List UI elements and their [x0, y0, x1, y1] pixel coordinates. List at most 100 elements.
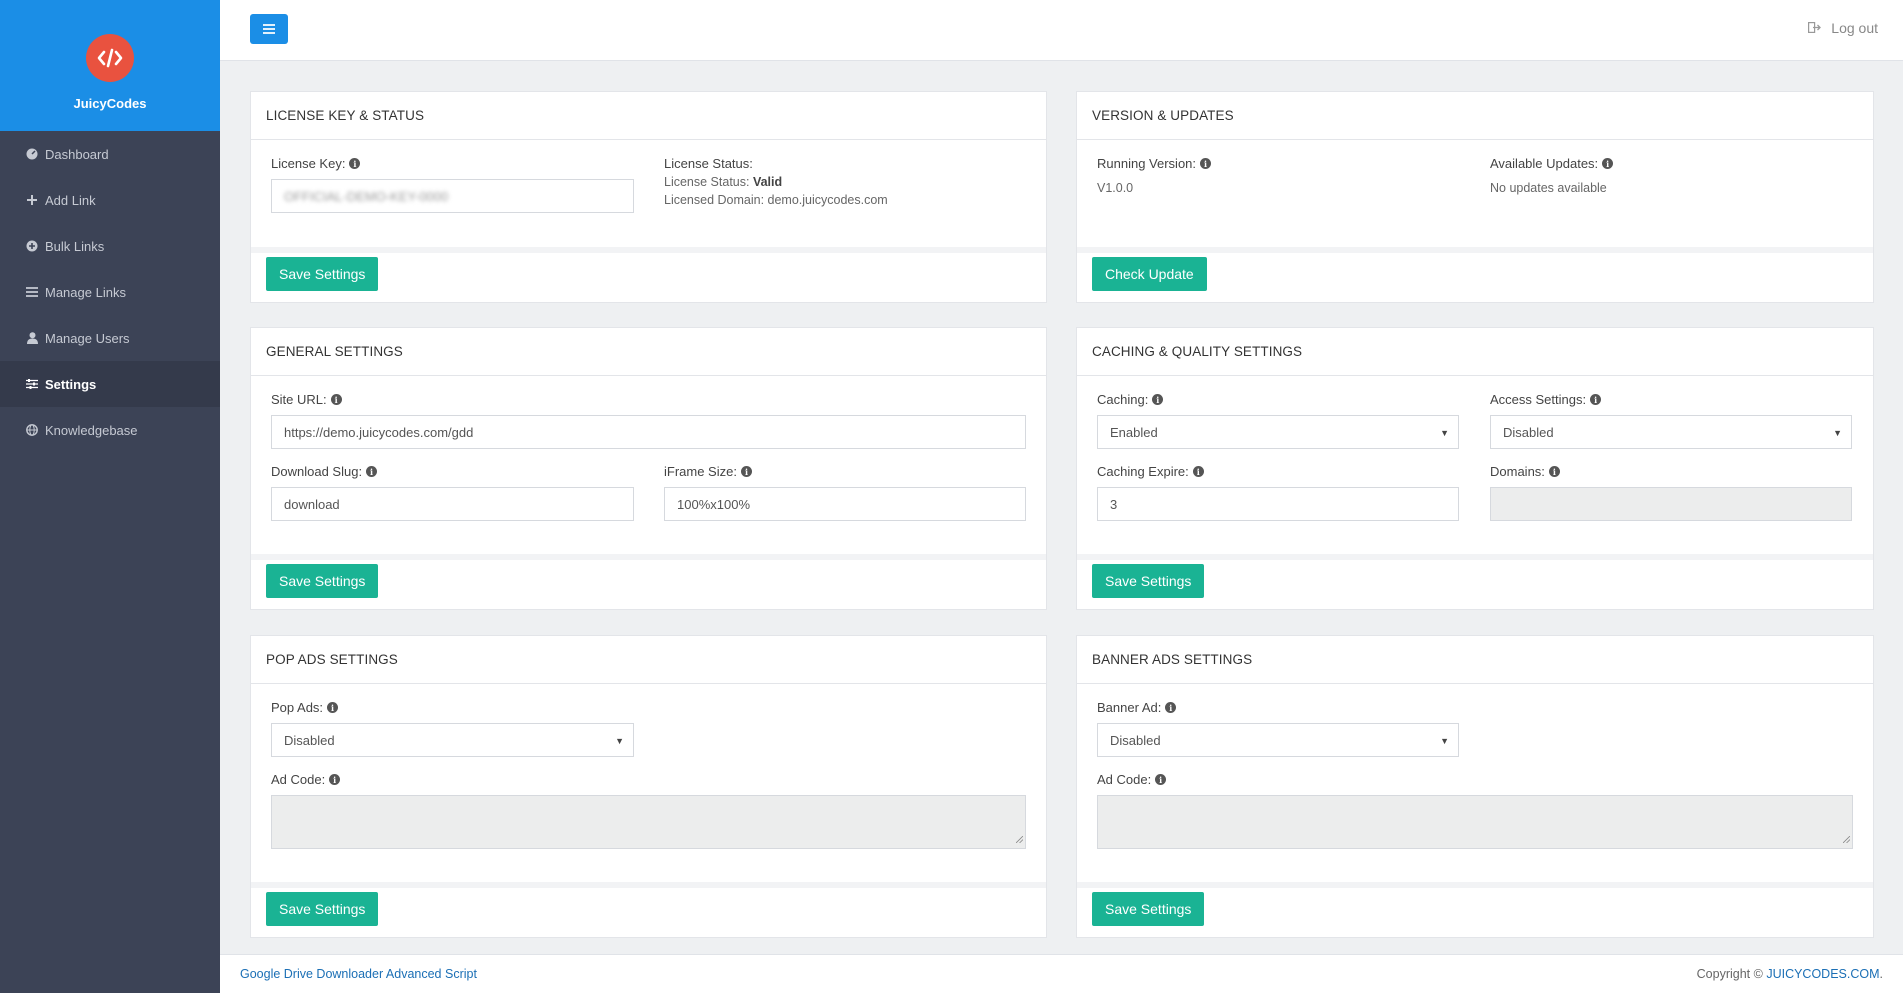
info-icon[interactable]: i: [1590, 394, 1602, 405]
banner-ad-select-value: Disabled: [1110, 732, 1161, 748]
info-icon[interactable]: i: [1602, 158, 1614, 169]
pop-ad-code-textarea[interactable]: [271, 795, 1026, 849]
pop-ads-panel: POP ADS SETTINGS Pop Ads: i Disabled ▼ Ad …: [250, 635, 1047, 938]
sidebar-item-label: Knowledgebase: [45, 422, 138, 438]
info-icon[interactable]: i: [1192, 466, 1204, 477]
caching-expire-input[interactable]: 3: [1097, 487, 1459, 521]
user-icon: [25, 331, 39, 345]
caching-expire-label-text: Caching Expire:: [1097, 464, 1189, 479]
caching-select-value: Enabled: [1110, 424, 1158, 440]
info-icon[interactable]: i: [349, 158, 361, 169]
download-slug-input[interactable]: download: [271, 487, 634, 521]
running-version-label-text: Running Version:: [1097, 156, 1197, 171]
product-link[interactable]: Google Drive Downloader Advanced Script: [240, 967, 477, 981]
dashboard-icon: [25, 147, 39, 161]
save-settings-button[interactable]: Save Settings: [266, 892, 379, 926]
resize-handle-icon[interactable]: [1842, 830, 1851, 846]
copyright: Copyright © JUICYCODES.COM.: [1697, 967, 1883, 981]
menu-toggle-button[interactable]: [250, 14, 288, 44]
licensed-domain: Licensed Domain: demo.juicycodes.com: [664, 193, 888, 207]
banner-ads-panel: BANNER ADS SETTINGS Banner Ad: i Disabled…: [1076, 635, 1874, 938]
info-icon[interactable]: i: [1165, 702, 1177, 713]
ad-code-label: Ad Code: i: [1097, 772, 1853, 787]
site-url-input[interactable]: https://demo.juicycodes.com/gdd: [271, 415, 1026, 449]
plus-icon: [25, 193, 39, 207]
panel-title: CACHING & QUALITY SETTINGS: [1077, 328, 1873, 376]
pop-ads-select[interactable]: Disabled ▼: [271, 723, 634, 757]
sidebar-item-label: Manage Users: [45, 330, 130, 346]
sidebar-item-dashboard[interactable]: Dashboard: [0, 131, 220, 177]
check-update-button[interactable]: Check Update: [1092, 257, 1207, 291]
panel-footer: Check Update: [1077, 247, 1873, 302]
running-version-value: V1.0.0: [1097, 181, 1134, 195]
save-settings-button[interactable]: Save Settings: [266, 564, 379, 598]
access-settings-select[interactable]: Disabled ▼: [1490, 415, 1852, 449]
panel-footer: Save Settings: [1077, 882, 1873, 937]
download-slug-label: Download Slug: i: [271, 464, 634, 479]
sidebar-nav: Dashboard Add Link Bulk Links Manage Lin…: [0, 131, 220, 453]
license-key-value: OFFICIAL-DEMO-KEY-0000: [284, 188, 449, 204]
sidebar-item-manage-links[interactable]: Manage Links: [0, 269, 220, 315]
license-key-label: License Key: i: [271, 156, 634, 171]
sign-out-icon: [1808, 20, 1831, 36]
sidebar-item-settings[interactable]: Settings: [0, 361, 220, 407]
caret-down-icon: ▼: [615, 736, 624, 746]
license-key-label-text: License Key:: [271, 156, 346, 171]
sidebar-item-bulk-links[interactable]: Bulk Links: [0, 223, 220, 269]
panel-title: GENERAL SETTINGS: [251, 328, 1046, 376]
info-icon[interactable]: i: [1200, 158, 1212, 169]
sidebar-item-label: Add Link: [45, 192, 96, 208]
license-status-info: License Status: Valid Licensed Domain: d…: [664, 173, 1024, 209]
panel-title: BANNER ADS SETTINGS: [1077, 636, 1873, 684]
caching-expire-label: Caching Expire: i: [1097, 464, 1459, 479]
sliders-icon: [25, 377, 39, 391]
iframe-size-input[interactable]: 100%x100%: [664, 487, 1026, 521]
copyright-link[interactable]: JUICYCODES.COM: [1766, 967, 1879, 981]
banner-ad-select[interactable]: Disabled ▼: [1097, 723, 1459, 757]
download-slug-label-text: Download Slug:: [271, 464, 363, 479]
access-settings-select-value: Disabled: [1503, 424, 1554, 440]
info-icon[interactable]: i: [740, 466, 752, 477]
iframe-size-label: iFrame Size: i: [664, 464, 1026, 479]
resize-handle-icon[interactable]: [1015, 830, 1024, 846]
logout-link[interactable]: Log out: [1808, 20, 1878, 36]
pop-ads-label: Pop Ads: i: [271, 700, 634, 715]
sidebar-item-knowledgebase[interactable]: Knowledgebase: [0, 407, 220, 453]
site-url-label-text: Site URL:: [271, 392, 327, 407]
caret-down-icon: ▼: [1440, 428, 1449, 438]
license-status-label: License Status:: [664, 175, 750, 189]
info-icon[interactable]: i: [327, 702, 339, 713]
version-panel: VERSION & UPDATES Running Version: i V1.0…: [1076, 91, 1874, 303]
brand-name: JuicyCodes: [73, 96, 147, 111]
domains-label-text: Domains:: [1490, 464, 1545, 479]
info-icon[interactable]: i: [329, 774, 341, 785]
banner-ad-code-textarea[interactable]: [1097, 795, 1853, 849]
ad-code-label-text: Ad Code:: [1097, 772, 1152, 787]
domains-input[interactable]: [1490, 487, 1852, 521]
info-icon[interactable]: i: [1152, 394, 1164, 405]
sidebar-item-manage-users[interactable]: Manage Users: [0, 315, 220, 361]
running-version-label: Running Version: i: [1097, 156, 1457, 171]
save-settings-button[interactable]: Save Settings: [266, 257, 379, 291]
info-icon[interactable]: i: [1155, 774, 1167, 785]
license-key-input[interactable]: OFFICIAL-DEMO-KEY-0000: [271, 179, 634, 213]
caching-settings-panel: CACHING & QUALITY SETTINGS Caching: i Ena…: [1076, 327, 1874, 610]
access-settings-label: Access Settings: i: [1490, 392, 1852, 407]
sidebar: JuicyCodes Dashboard Add Link Bulk Links…: [0, 0, 220, 993]
info-icon[interactable]: i: [1548, 466, 1560, 477]
topbar: Log out: [220, 0, 1903, 61]
info-icon[interactable]: i: [366, 466, 378, 477]
info-icon[interactable]: i: [330, 394, 342, 405]
available-updates-label: Available Updates: i: [1490, 156, 1850, 171]
caching-select[interactable]: Enabled ▼: [1097, 415, 1459, 449]
site-url-label: Site URL: i: [271, 392, 1026, 407]
copyright-suffix: .: [1879, 967, 1883, 981]
brand[interactable]: JuicyCodes: [0, 0, 220, 131]
sidebar-item-add-link[interactable]: Add Link: [0, 177, 220, 223]
banner-ad-label-text: Banner Ad:: [1097, 700, 1162, 715]
save-settings-button[interactable]: Save Settings: [1092, 892, 1205, 926]
copyright-prefix: Copyright ©: [1696, 967, 1763, 981]
logout-label: Log out: [1831, 20, 1878, 36]
save-settings-button[interactable]: Save Settings: [1092, 564, 1205, 598]
pop-ads-select-value: Disabled: [284, 732, 335, 748]
